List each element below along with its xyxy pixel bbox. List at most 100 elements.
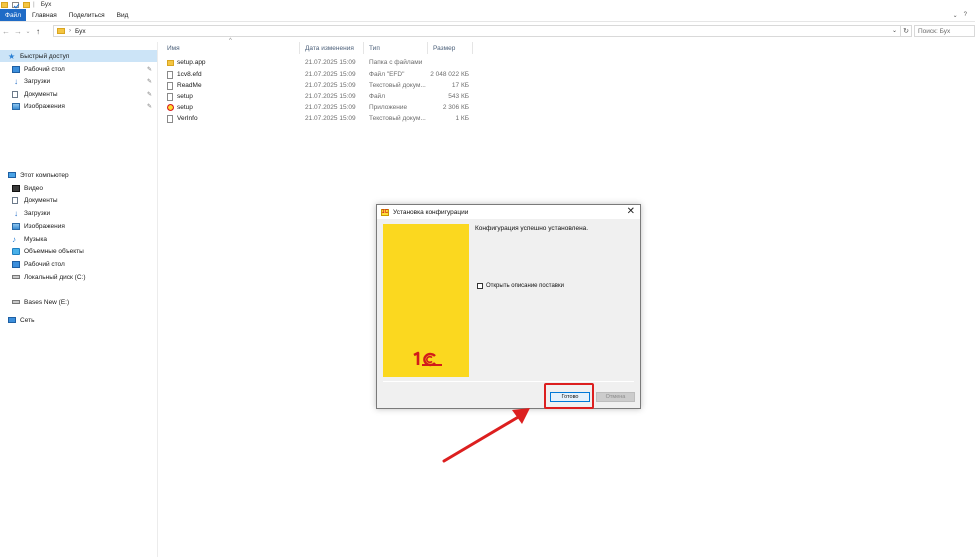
open-description-checkbox[interactable]: Открыть описание поставки bbox=[477, 283, 564, 289]
sidebar-item-network[interactable]: Сеть bbox=[0, 314, 157, 326]
file-size: 1 КБ bbox=[455, 115, 469, 122]
file-row[interactable]: setup.app 21.07.2025 15:09 Папка с файла… bbox=[162, 57, 474, 68]
sidebar-item-this-pc[interactable]: Этот компьютер bbox=[0, 169, 157, 181]
computer-icon bbox=[8, 172, 16, 178]
breadcrumb-chevron-icon[interactable]: › bbox=[69, 28, 71, 34]
sidebar-item-pictures[interactable]: Изображения ✎ bbox=[0, 100, 157, 112]
forward-icon[interactable]: → bbox=[12, 27, 24, 36]
sidebar-item-label: Документы bbox=[24, 90, 58, 98]
done-button-highlight bbox=[544, 383, 594, 409]
title-separator: | bbox=[33, 1, 35, 8]
sidebar-item-label: Сеть bbox=[20, 316, 35, 324]
sidebar-item-videos[interactable]: Видео bbox=[0, 182, 157, 194]
sidebar-item-label: Локальный диск (C:) bbox=[24, 273, 86, 281]
sidebar-item-desktop[interactable]: Рабочий стол ✎ bbox=[0, 63, 157, 75]
file-size: 543 КБ bbox=[448, 93, 469, 100]
column-header-date[interactable]: Дата изменения bbox=[300, 42, 364, 54]
sidebar-item-drive-e[interactable]: Bases New (E:) bbox=[0, 296, 157, 308]
file-type: Текстовый докум... bbox=[369, 115, 426, 122]
tab-home[interactable]: Главная bbox=[26, 9, 63, 21]
dialog-divider bbox=[383, 381, 634, 382]
sidebar-item-local-disk[interactable]: Локальный диск (C:) bbox=[0, 271, 157, 283]
folder-icon bbox=[1, 1, 8, 8]
folder-icon bbox=[167, 59, 174, 66]
file-type: Текстовый докум... bbox=[369, 82, 426, 89]
new-folder-icon[interactable] bbox=[23, 1, 30, 8]
document-icon bbox=[12, 196, 18, 204]
sidebar-item-pc-downloads[interactable]: ↓ Загрузки bbox=[0, 207, 157, 219]
pin-icon: ✎ bbox=[146, 103, 152, 110]
file-name: 1cv8.efd bbox=[177, 71, 202, 78]
1c-logo bbox=[413, 351, 442, 367]
file-row[interactable]: 1cv8.efd 21.07.2025 15:09 Файл "EFD" 2 0… bbox=[162, 69, 474, 80]
dialog-title-bar[interactable]: 1С Установка конфигурации ✕ bbox=[377, 205, 640, 219]
sidebar-item-label: Этот компьютер bbox=[20, 171, 69, 179]
success-message: Конфигурация успешно установлена. bbox=[475, 225, 589, 232]
navigation-pane: ★ Быстрый доступ Рабочий стол ✎ ↓ Загруз… bbox=[0, 42, 158, 557]
sidebar-item-documents[interactable]: Документы ✎ bbox=[0, 88, 157, 100]
column-header-name[interactable]: Имя bbox=[162, 42, 300, 54]
recent-locations-icon[interactable]: ⌄ bbox=[24, 28, 32, 35]
sidebar-item-quick-access[interactable]: ★ Быстрый доступ bbox=[0, 50, 157, 62]
tab-file[interactable]: Файл bbox=[0, 9, 26, 21]
drive-icon bbox=[12, 300, 20, 304]
dialog-banner bbox=[383, 224, 469, 377]
file-size: 17 КБ bbox=[451, 82, 469, 89]
sidebar-item-pc-pictures[interactable]: Изображения bbox=[0, 220, 157, 232]
navigation-bar: ← → ⌄ ↑ › Бух ⌄ ↻ Поиск: Бух bbox=[0, 23, 975, 40]
sidebar-item-label: Музыка bbox=[24, 235, 47, 243]
file-icon bbox=[167, 92, 173, 101]
up-icon[interactable]: ↑ bbox=[32, 27, 44, 36]
column-header-type[interactable]: Тип bbox=[364, 42, 428, 54]
file-size bbox=[432, 57, 469, 68]
tab-share[interactable]: Поделиться bbox=[63, 9, 111, 21]
checkbox-label: Открыть описание поставки bbox=[486, 283, 564, 289]
network-icon bbox=[8, 317, 16, 323]
file-icon bbox=[167, 70, 173, 79]
sidebar-item-pc-desktop[interactable]: Рабочий стол bbox=[0, 258, 157, 270]
close-icon[interactable]: ✕ bbox=[627, 206, 635, 218]
sidebar-item-music[interactable]: ♪ Музыка bbox=[0, 233, 157, 245]
cancel-button[interactable]: Отмена bbox=[596, 392, 635, 402]
install-config-dialog: 1С Установка конфигурации ✕ Конфигурация… bbox=[376, 204, 641, 409]
address-dropdown-icon[interactable]: ⌄ bbox=[892, 27, 897, 34]
disk-icon bbox=[12, 275, 20, 279]
3d-objects-icon bbox=[12, 247, 20, 255]
checkbox-box[interactable] bbox=[477, 283, 483, 289]
desktop-icon bbox=[12, 260, 20, 268]
sidebar-item-label: Быстрый доступ bbox=[20, 52, 70, 60]
address-bar[interactable]: › Бух ⌄ bbox=[53, 25, 901, 37]
file-date: 21.07.2025 15:09 bbox=[305, 82, 356, 89]
file-row[interactable]: ReadMe 21.07.2025 15:09 Текстовый докум.… bbox=[162, 80, 474, 91]
file-date: 21.07.2025 15:09 bbox=[305, 104, 356, 111]
tab-view[interactable]: Вид bbox=[111, 9, 135, 21]
pin-icon: ✎ bbox=[146, 66, 152, 73]
sidebar-item-pc-documents[interactable]: Документы bbox=[0, 194, 157, 206]
sidebar-item-3d-objects[interactable]: Объемные объекты bbox=[0, 245, 157, 257]
sidebar-item-label: Рабочий стол bbox=[24, 65, 65, 73]
search-input[interactable]: Поиск: Бух bbox=[914, 25, 975, 37]
back-icon[interactable]: ← bbox=[0, 27, 12, 36]
properties-icon[interactable] bbox=[12, 1, 19, 8]
title-bar: | Бух bbox=[0, 0, 975, 9]
column-header-size[interactable]: Размер bbox=[428, 42, 473, 54]
expand-ribbon-icon[interactable]: ⌄ bbox=[953, 12, 958, 19]
file-date: 21.07.2025 15:09 bbox=[305, 93, 356, 100]
file-name: setup bbox=[177, 104, 193, 111]
file-row[interactable]: setup 21.07.2025 15:09 Приложение 2 306 … bbox=[162, 102, 474, 113]
sidebar-item-downloads[interactable]: ↓ Загрузки ✎ bbox=[0, 75, 157, 87]
sidebar-item-label: Объемные объекты bbox=[24, 247, 84, 255]
annotation-arrow-icon bbox=[442, 408, 530, 463]
sidebar-item-label: Изображения bbox=[24, 102, 65, 110]
file-type: Папка с файлами bbox=[369, 59, 423, 66]
file-name: ReadMe bbox=[177, 82, 202, 89]
app-icon bbox=[167, 104, 174, 111]
file-name: setup.app bbox=[177, 59, 206, 66]
file-date: 21.07.2025 15:09 bbox=[305, 59, 356, 66]
breadcrumb-item[interactable]: Бух bbox=[75, 28, 86, 35]
refresh-button[interactable]: ↻ bbox=[901, 25, 912, 37]
file-row[interactable]: VerInfo 21.07.2025 15:09 Текстовый докум… bbox=[162, 113, 474, 124]
file-size: 2 048 022 КБ bbox=[430, 71, 469, 78]
file-row[interactable]: setup 21.07.2025 15:09 Файл 543 КБ bbox=[162, 91, 474, 102]
help-icon[interactable]: ? bbox=[964, 12, 967, 18]
